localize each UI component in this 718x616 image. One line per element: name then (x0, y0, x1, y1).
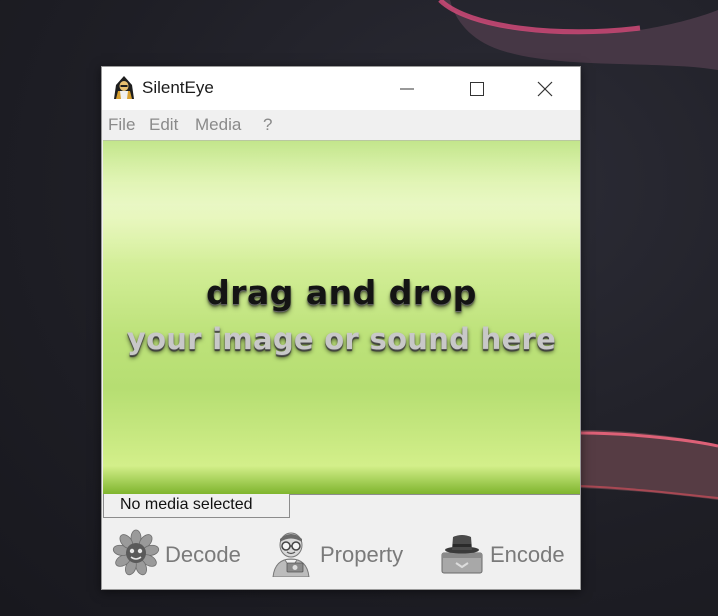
title-bar[interactable]: SilentEye (102, 67, 580, 110)
encode-button[interactable]: Encode (438, 529, 578, 579)
menu-bar: File Edit Media ? (102, 110, 580, 138)
menu-file[interactable]: File (108, 115, 135, 135)
man-with-glasses-icon (272, 532, 310, 577)
drop-zone-title: drag and drop (206, 273, 477, 312)
menu-help[interactable]: ? (263, 115, 272, 135)
silenteye-hooded-figure-icon (112, 75, 136, 101)
decode-label: Decode (165, 542, 241, 567)
maximize-button[interactable] (442, 67, 512, 110)
encode-label: Encode (490, 542, 565, 567)
window-title: SilentEye (142, 78, 214, 97)
media-status-tab: No media selected (103, 494, 290, 518)
toolbar-divider (290, 494, 580, 495)
menu-media[interactable]: Media (195, 115, 241, 135)
silenteye-window: SilentEye File Edit Media ? drag and dro… (101, 66, 581, 590)
minimize-button[interactable] (372, 67, 442, 110)
drop-zone-subtitle: your image or sound here (126, 322, 557, 356)
media-drop-zone[interactable]: drag and drop your image or sound here (103, 140, 580, 494)
property-label: Property (320, 542, 404, 567)
decode-button[interactable]: Decode (112, 529, 262, 579)
property-button[interactable]: Property (267, 529, 427, 579)
menu-edit[interactable]: Edit (149, 115, 178, 135)
maximize-icon (470, 82, 484, 96)
minimize-icon (400, 88, 414, 90)
hat-on-box-icon (441, 535, 483, 574)
close-icon (537, 81, 553, 97)
close-button[interactable] (510, 67, 580, 110)
sunflower-icon (112, 529, 160, 576)
